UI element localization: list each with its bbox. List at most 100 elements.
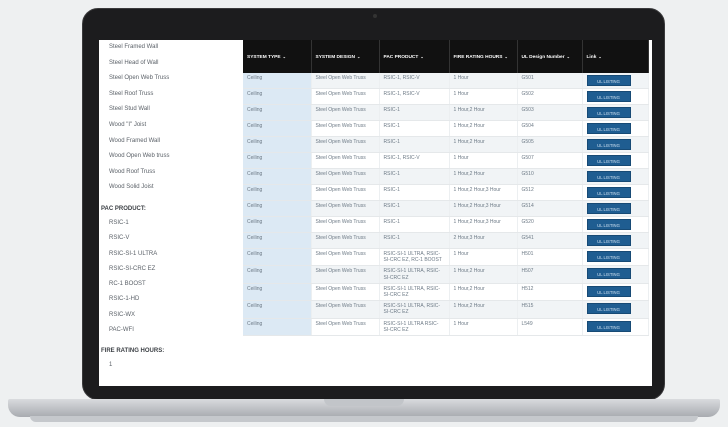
ul-listing-button[interactable]: UL LISTING: [586, 123, 631, 134]
design-filter-item[interactable]: Steel Roof Truss: [109, 87, 243, 103]
system-design-cell: Steel Open Web Truss: [311, 248, 380, 267]
design-filter-item[interactable]: Steel Head of Wall: [109, 56, 243, 72]
ul-listing-button[interactable]: UL LISTING: [586, 171, 631, 182]
ul-design-number-cell: G503: [517, 104, 583, 121]
sort-caret-icon: ⌄: [566, 53, 570, 59]
table-row: Ceiling Steel Open Web Truss RSIC-SI-1 ULT…: [243, 318, 649, 337]
table-row: Ceiling Steel Open Web Truss RSIC-SI-1 ULT…: [243, 283, 649, 302]
ul-design-number-cell: G505: [517, 136, 583, 153]
laptop-mockup: Steel Framed Wall Steel Head of Wall Steel…: [0, 0, 728, 427]
ul-listing-button[interactable]: UL LISTING: [586, 320, 631, 332]
laptop-base-shadow: [30, 416, 698, 422]
ul-listing-button[interactable]: UL LISTING: [586, 139, 631, 150]
system-type-cell: Ceiling: [243, 283, 312, 302]
ul-listing-button[interactable]: UL LISTING: [586, 235, 631, 246]
system-design-cell: Steel Open Web Truss: [311, 265, 380, 284]
column-header-label: Link: [586, 54, 597, 60]
link-cell: UL LISTING: [582, 136, 649, 153]
column-header-label: UL Design Number: [521, 54, 565, 60]
pac-product-cell: RSIC-1: [379, 184, 450, 201]
design-filter-item[interactable]: Wood Framed Wall: [109, 134, 243, 150]
ul-listing-button[interactable]: UL LISTING: [586, 203, 631, 214]
design-filter-item[interactable]: Steel Framed Wall: [109, 40, 243, 56]
design-filter-item[interactable]: Wood Solid Joist: [109, 180, 243, 196]
laptop-notch: [324, 399, 404, 406]
fire-rating-cell: 1 Hour,2 Hour: [449, 136, 518, 153]
pac-product-cell: RSIC-SI-1 ULTRA RSIC-SI-CRC EZ: [379, 318, 450, 337]
pac-filter-item[interactable]: RSIC-1-HD: [109, 292, 243, 307]
pac-filter-item[interactable]: RSIC-SI-1 ULTRA: [109, 247, 243, 262]
design-filter-item[interactable]: Wood "I" Joist: [109, 118, 243, 134]
table-row: Ceiling Steel Open Web Truss RSIC-1 1 Hour,…: [243, 168, 649, 185]
ul-listing-button[interactable]: UL LISTING: [586, 107, 631, 118]
design-filter-item[interactable]: Steel Open Web Truss: [109, 71, 243, 87]
filter-sidebar: Steel Framed Wall Steel Head of Wall Steel…: [99, 40, 243, 386]
ul-listing-button[interactable]: UL LISTING: [586, 91, 631, 102]
fire-rating-heading: FIRE RATING HOURS:: [101, 348, 165, 355]
ul-design-number-cell: G541: [517, 232, 583, 249]
system-type-cell: Ceiling: [243, 300, 312, 319]
fire-rating-cell: 1 Hour: [449, 88, 518, 105]
link-cell: UL LISTING: [582, 283, 649, 302]
ul-listing-button[interactable]: UL LISTING: [586, 75, 631, 86]
design-filter-item[interactable]: Wood Roof Truss: [109, 165, 243, 181]
fire-rating-filter-list: 1: [109, 358, 243, 373]
table-row: Ceiling Steel Open Web Truss RSIC-1 1 Hour,…: [243, 136, 649, 153]
table-row: Ceiling Steel Open Web Truss RSIC-SI-1 ULT…: [243, 300, 649, 319]
ul-listing-button[interactable]: UL LISTING: [586, 251, 631, 262]
pac-product-cell: RSIC-SI-1 ULTRA, RSIC-SI-CRC EZ: [379, 283, 450, 302]
link-cell: UL LISTING: [582, 73, 649, 89]
ul-listing-button[interactable]: UL LISTING: [586, 303, 631, 315]
table-row: Ceiling Steel Open Web Truss RSIC-1 1 Hour,…: [243, 120, 649, 137]
pac-filter-item[interactable]: RC-1 BOOST: [109, 277, 243, 292]
ul-design-number-cell: H512: [517, 283, 583, 302]
pac-product-cell: RSIC-1: [379, 120, 450, 137]
pac-product-cell: RSIC-1: [379, 168, 450, 185]
system-design-cell: Steel Open Web Truss: [311, 283, 380, 302]
system-design-cell: Steel Open Web Truss: [311, 200, 380, 217]
system-type-cell: Ceiling: [243, 265, 312, 284]
pac-filter-item[interactable]: PAC-WFI: [109, 323, 243, 338]
system-type-cell: Ceiling: [243, 248, 312, 267]
fire-rating-cell: 1 Hour: [449, 73, 518, 89]
pac-product-cell: RSIC-1, RSIC-V: [379, 88, 450, 105]
ul-design-number-cell: G504: [517, 120, 583, 137]
system-type-cell: Ceiling: [243, 120, 312, 137]
ul-design-number-cell: G502: [517, 88, 583, 105]
design-filter-item[interactable]: Wood Open Web truss: [109, 149, 243, 165]
ul-design-number-cell: G512: [517, 184, 583, 201]
system-type-cell: Ceiling: [243, 104, 312, 121]
ul-design-number-cell: G520: [517, 216, 583, 233]
pac-filter-item[interactable]: RSIC-1: [109, 216, 243, 231]
design-filter-item[interactable]: Steel Stud Wall: [109, 102, 243, 118]
column-header-link[interactable]: Link ⌄: [582, 40, 649, 73]
ul-design-number-cell: G507: [517, 152, 583, 169]
pac-product-cell: RSIC-1, RSIC-V: [379, 152, 450, 169]
table-row: Ceiling Steel Open Web Truss RSIC-1 2 Hour,…: [243, 232, 649, 249]
ul-listing-button[interactable]: UL LISTING: [586, 187, 631, 198]
ul-listing-button[interactable]: UL LISTING: [586, 268, 631, 280]
ul-listing-button[interactable]: UL LISTING: [586, 285, 631, 297]
ul-design-number-cell: G514: [517, 200, 583, 217]
pac-filter-item[interactable]: RSIC-SI-CRC EZ: [109, 262, 243, 277]
system-design-cell: Steel Open Web Truss: [311, 300, 380, 319]
pac-filter-item[interactable]: RSIC-V: [109, 231, 243, 246]
laptop-screen: Steel Framed Wall Steel Head of Wall Steel…: [99, 40, 652, 386]
fire-rating-cell: 1 Hour,2 Hour: [449, 120, 518, 137]
system-type-cell: Ceiling: [243, 88, 312, 105]
column-header-fire-rating-hours[interactable]: FIRE RATING HOURS ⌄: [449, 40, 518, 73]
fire-filter-item[interactable]: 1: [109, 358, 243, 373]
column-header-system-type[interactable]: SYSTEM TYPE ⌄: [243, 40, 312, 73]
pac-product-cell: RSIC-SI-1 ULTRA, RSIC-SI-CRC EZ, RC-1 BO…: [379, 248, 450, 267]
sort-caret-icon: ⌄: [282, 53, 286, 59]
system-type-cell: Ceiling: [243, 73, 312, 89]
ul-design-number-cell: G501: [517, 73, 583, 89]
column-header-pac-product[interactable]: PAC PRODUCT ⌄: [379, 40, 450, 73]
column-header-system-design[interactable]: SYSTEM DESIGN ⌄: [311, 40, 380, 73]
table-row: Ceiling Steel Open Web Truss RSIC-SI-1 ULT…: [243, 248, 649, 267]
ul-listing-button[interactable]: UL LISTING: [586, 219, 631, 230]
system-type-cell: Ceiling: [243, 216, 312, 233]
ul-listing-button[interactable]: UL LISTING: [586, 155, 631, 166]
column-header-ul-design-number[interactable]: UL Design Number ⌄: [517, 40, 583, 73]
pac-filter-item[interactable]: RSIC-WX: [109, 308, 243, 323]
